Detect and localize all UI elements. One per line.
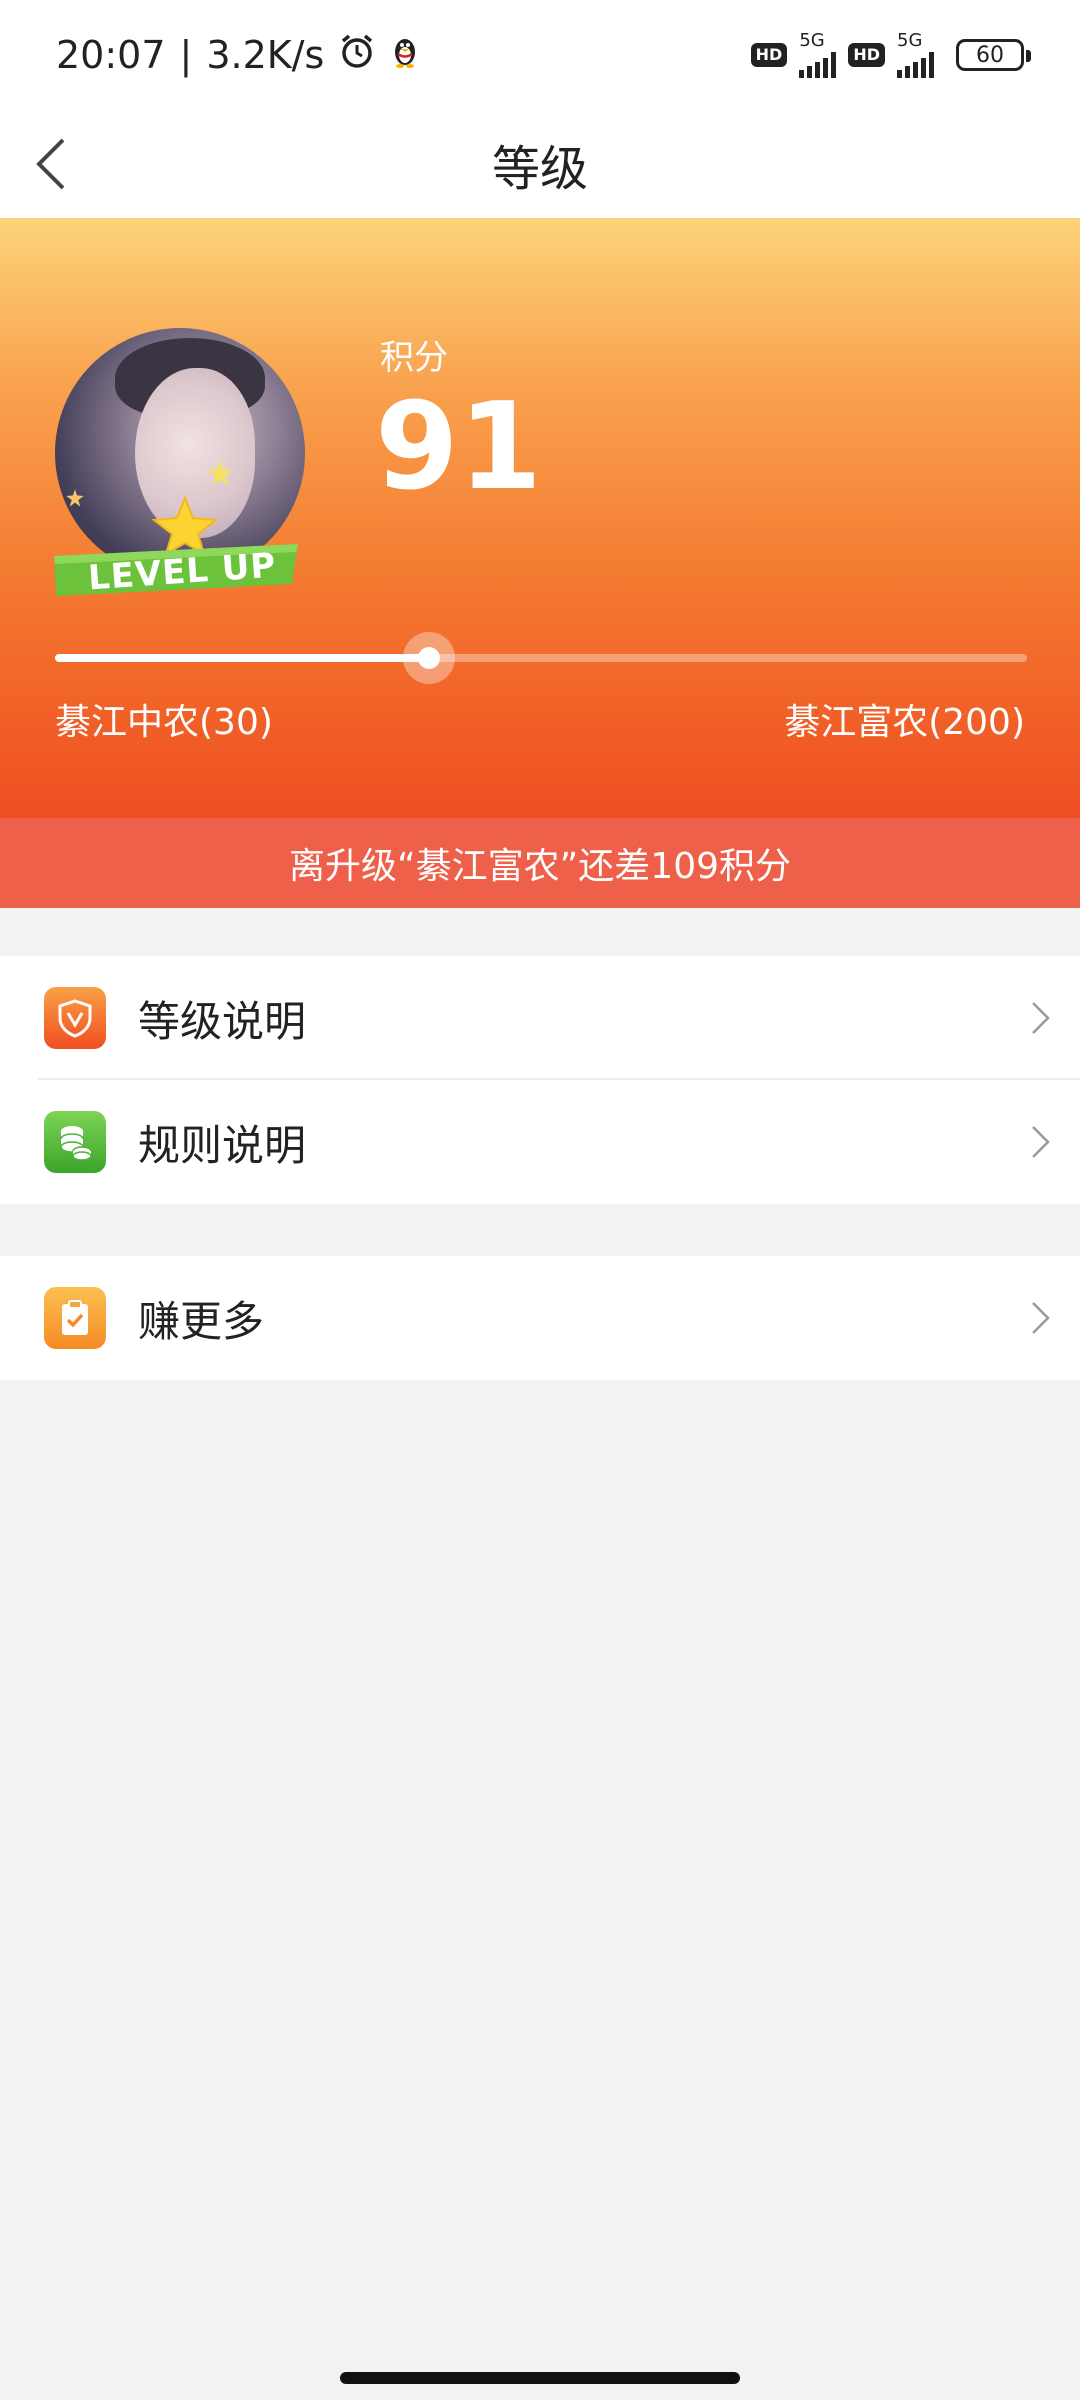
status-right: HD 5G HD 5G 60 xyxy=(750,30,1031,78)
menu-item-earn-more[interactable]: 赚更多 xyxy=(0,1256,1080,1380)
penguin-icon xyxy=(390,33,420,77)
score-value: 91 xyxy=(375,378,542,517)
chevron-right-icon xyxy=(1032,1302,1050,1334)
chevron-left-icon xyxy=(36,138,65,190)
network-type-label: 5G xyxy=(897,30,923,51)
menu-item-label: 规则说明 xyxy=(138,1120,307,1170)
level-progress-fill xyxy=(55,654,430,662)
chevron-right-icon xyxy=(1032,1126,1050,1158)
menu-group-info: 等级说明 规则说明 xyxy=(0,956,1080,1204)
signal-5g-1: 5G xyxy=(799,30,837,78)
menu-item-rules-info[interactable]: 规则说明 xyxy=(0,1080,1080,1204)
clipboard-check-icon xyxy=(44,1287,106,1349)
score-label: 积分 xyxy=(380,338,448,378)
hd-badge: HD xyxy=(750,43,788,67)
battery-icon: 60 xyxy=(956,39,1031,71)
current-level-label: 綦江中农(30) xyxy=(55,702,273,743)
menu-item-level-info[interactable]: 等级说明 xyxy=(0,956,1080,1080)
hd-badge: HD xyxy=(848,43,885,67)
signal-5g-2: 5G xyxy=(897,32,934,78)
status-time: 20:07 xyxy=(56,33,166,77)
alarm-clock-icon xyxy=(338,32,376,79)
status-bar: 20:07 | 3.2K/s HD 5G HD 5G 60 xyxy=(0,0,1080,110)
level-progress-track xyxy=(55,632,1027,684)
nav-bar: 等级 xyxy=(0,110,1080,218)
menu-item-label: 等级说明 xyxy=(138,996,307,1046)
home-indicator[interactable] xyxy=(340,2372,740,2384)
back-button[interactable] xyxy=(20,134,80,194)
menu-item-label: 赚更多 xyxy=(138,1296,265,1346)
coins-stack-icon xyxy=(44,1111,106,1173)
upgrade-hint-text: 离升级“綦江富农”还差109积分 xyxy=(288,846,791,887)
avatar-wrap: LEVEL UP xyxy=(50,328,310,618)
signal-bars-icon xyxy=(799,52,837,78)
signal-bars-icon xyxy=(897,52,934,78)
upgrade-hint-banner: 离升级“綦江富农”还差109积分 xyxy=(0,818,1080,908)
chevron-right-icon xyxy=(1032,1002,1050,1034)
menu-group-earn: 赚更多 xyxy=(0,1256,1080,1380)
battery-level: 60 xyxy=(976,42,1004,68)
sparkle-star-icon xyxy=(207,460,233,486)
status-net-speed: 3.2K/s xyxy=(206,33,325,77)
status-left: 20:07 | 3.2K/s xyxy=(56,32,420,79)
status-separator: | xyxy=(179,33,193,77)
network-type-label: 5G xyxy=(799,30,825,51)
shield-v-icon xyxy=(44,987,106,1049)
page-title: 等级 xyxy=(491,141,588,197)
level-hero: LEVEL UP 积分 91 綦江中农(30) 綦江富农(200) xyxy=(0,218,1080,818)
next-level-label: 綦江富农(200) xyxy=(784,702,1025,743)
sparkle-star-icon xyxy=(66,489,84,507)
level-progress-knob xyxy=(403,632,456,684)
